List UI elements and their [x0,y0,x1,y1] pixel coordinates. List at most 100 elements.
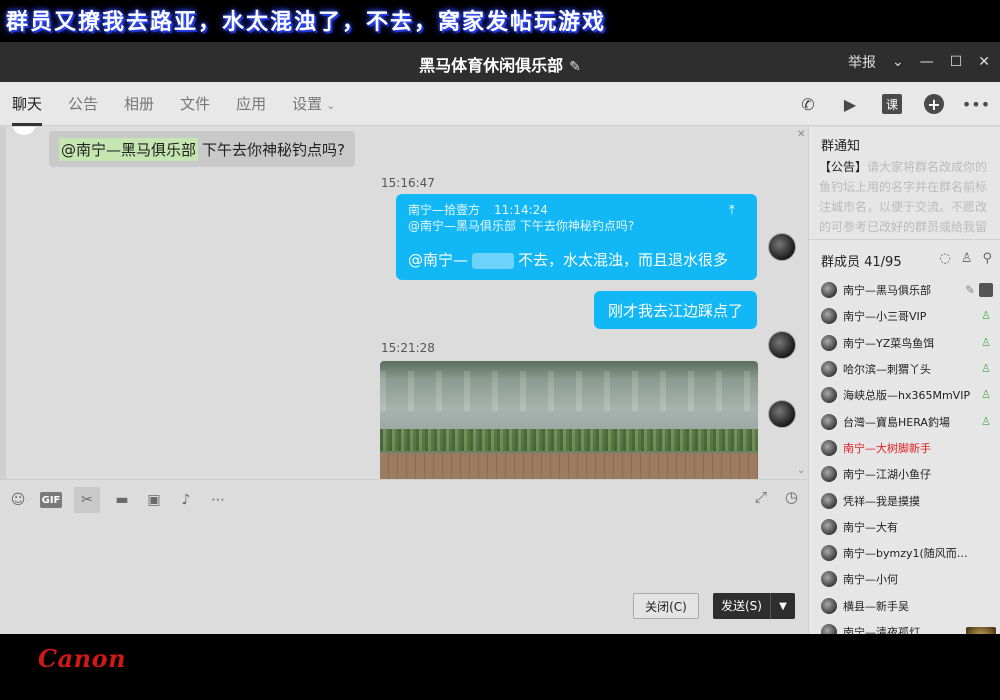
avatar[interactable] [768,400,796,428]
image-message[interactable] [380,361,758,479]
mention-tag[interactable]: @南宁—黑马俱乐部 [59,137,199,161]
gif-icon[interactable]: GIF [40,492,62,508]
notice-tag: 【公告】 [819,160,868,174]
member-item[interactable]: 南宁—小三哥VIP ♙ [821,303,997,329]
member-item[interactable]: 台灣—寶島HERA釣場 ♙ [821,408,997,434]
send-label[interactable]: 发送(S) [713,593,771,619]
mention-tag[interactable]: @南宁— [408,251,468,269]
timestamp: 15:21:28 [381,341,435,355]
message-text: 下午去你神秘钓点吗? [202,140,345,159]
admin-icon: ♙ [981,335,991,349]
tab-settings-label: 设置 [292,95,323,113]
avatar[interactable] [768,331,796,359]
group-name: 黑马体育休闲俱乐部 [419,56,564,75]
member-item[interactable]: 南宁—小何 [821,566,997,592]
member-item[interactable]: 南宁—大树脚新手 [821,435,997,461]
avatar [821,282,837,299]
member-item[interactable]: 凭祥—我是摸摸 [821,487,997,513]
received-message[interactable]: @南宁—黑马俱乐部 下午去你神秘钓点吗? [49,131,355,167]
tab-apps[interactable]: 应用 [236,82,266,126]
quote-time: 11:14:24 [494,203,548,217]
phone-icon[interactable]: ✆ [798,94,818,114]
search-icon[interactable]: ⚲ [982,251,992,266]
top-banner: 群员又撩我去路亚，水太混浊了，不去，窝家发帖玩游戏 [0,0,1000,42]
close-button[interactable]: 关闭(C) [633,593,699,619]
canon-logo: Canon [38,644,127,673]
lesson-icon[interactable]: 课 [882,94,902,114]
more-icon[interactable]: ⋯ [208,490,228,510]
input-area[interactable]: ☺ GIF ✂ ▬ ▣ ♪ ⋯ ⤢ ◷ 关闭(C) 发送(S) ▼ [0,479,808,634]
input-toolbar: ☺ GIF ✂ ▬ ▣ ♪ ⋯ [8,486,228,514]
add-icon[interactable]: + [924,94,944,114]
chat-bubble-icon[interactable]: ◌ [939,251,950,266]
redacted-name [472,252,515,269]
member-name: 南宁—bymzy1(随风而至) [843,547,971,561]
more-icon[interactable]: ••• [962,94,990,114]
quote-author: 南宁—拾壹方 [408,203,481,217]
bell-icon[interactable]: ♪ [176,490,196,510]
member-item[interactable]: 横县—新手吴 [821,593,997,619]
avatar [821,308,837,325]
avatar[interactable] [768,233,796,261]
maximize-icon[interactable]: ☐ [950,54,963,70]
report-button[interactable]: 举报 [848,52,876,72]
tabs: 聊天 公告 相册 文件 应用 设置 ⌄ [12,82,335,126]
member-item[interactable]: 南宁—YZ菜鸟鱼饵 ♙ [821,330,997,356]
owner-icon [979,283,993,298]
image-icon[interactable]: ▣ [144,490,164,510]
avatar[interactable] [966,627,996,634]
member-name: 南宁—黑马俱乐部 [843,284,931,298]
chevron-down-icon[interactable]: ▼ [771,601,795,612]
member-name: 南宁—YZ菜鸟鱼饵 [843,336,935,350]
message-area[interactable]: @南宁—黑马俱乐部 下午去你神秘钓点吗? ✕ 15:16:47 南宁—拾壹方 1… [0,127,808,479]
close-icon[interactable]: ✕ [978,54,990,70]
tab-bar: 聊天 公告 相册 文件 应用 设置 ⌄ ✆ ▶ 课 + ••• [0,82,1000,126]
sent-reply-message[interactable]: 南宁—拾壹方 11:14:24 @南宁—黑马俱乐部 下午去你神秘钓点吗? ⤒ @… [396,194,757,280]
member-item[interactable]: 南宁—大有 [821,514,997,540]
tab-chat[interactable]: 聊天 [12,82,43,126]
admin-icon: ♙ [981,309,991,323]
pin-icon[interactable]: ⤒ [729,203,743,218]
message-body: @南宁— 不去，水太混浊，而且退水很多 [408,249,728,270]
photo-water [380,371,758,411]
admin-icon: ♙ [981,388,991,402]
chevron-down-icon[interactable]: ⌄ [797,465,805,476]
video-icon[interactable]: ▶ [840,94,860,114]
member-name: 南宁—大树脚新手 [843,441,931,455]
member-name: 南宁—大有 [843,520,898,534]
photo-grass [380,429,758,451]
tab-announcement[interactable]: 公告 [68,82,98,126]
edit-icon[interactable]: ✎ [569,59,581,75]
add-member-icon[interactable]: ♙ [961,251,973,266]
minimize-icon[interactable]: — [920,54,934,70]
tab-settings[interactable]: 设置 ⌄ [292,82,335,126]
send-button[interactable]: 发送(S) ▼ [713,593,795,619]
member-name: 南宁—清夜孤灯 [843,626,920,634]
window-controls: 举报 ⌄ — ☐ ✕ [848,42,990,82]
member-item[interactable]: 海峡总版—hx365MmVIP ♙ [821,382,997,408]
edit-icon[interactable]: ✎ [965,283,975,297]
member-name: 南宁—小何 [843,573,898,587]
emoji-icon[interactable]: ☺ [8,490,28,510]
avatar [821,571,837,588]
expand-icon[interactable]: ⤢ [755,488,767,506]
close-icon[interactable]: ✕ [797,129,805,140]
sent-message[interactable]: 刚才我去江边踩点了 [594,291,757,329]
member-item[interactable]: 哈尔滨—刺猬丫头 ♙ [821,356,997,382]
member-item[interactable]: 南宁—bymzy1(随风而至) [821,540,997,566]
photo-path [380,453,758,479]
history-icon[interactable]: ◷ [785,488,798,506]
tab-album[interactable]: 相册 [124,82,154,126]
scissors-icon[interactable]: ✂ [74,487,100,513]
chevron-down-icon[interactable]: ⌄ [892,54,904,70]
bottom-bar: Canon [0,634,1000,700]
avatar [821,413,837,430]
notice-body[interactable]: 【公告】请大家将群名改成你的鱼钓坛上用的名字并在群名前标注城市名，以便于交流。不… [819,157,989,237]
member-item[interactable]: 南宁—黑马俱乐部 ✎ [821,277,997,303]
chevron-down-icon: ⌄ [326,99,336,112]
tab-files[interactable]: 文件 [180,82,210,126]
folder-icon[interactable]: ▬ [112,490,132,510]
member-item[interactable]: 南宁—江湖小鱼仔 [821,461,997,487]
members-count: 群成员 41/95 [821,255,902,270]
quoted-message[interactable]: 南宁—拾壹方 11:14:24 @南宁—黑马俱乐部 下午去你神秘钓点吗? [408,202,745,234]
